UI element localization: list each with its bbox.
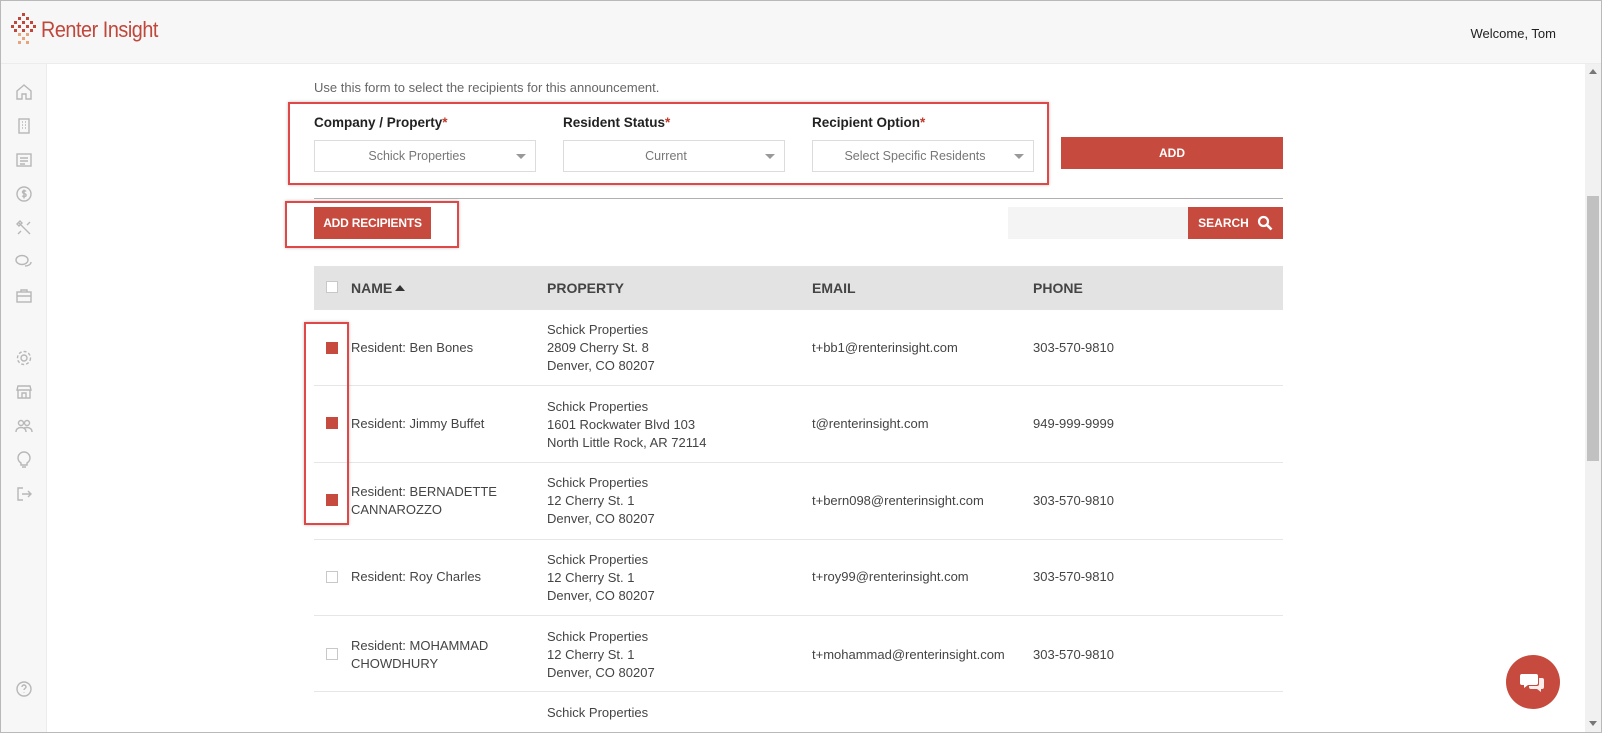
property-city: Denver, CO 80207 (547, 665, 655, 680)
table-row: Resident: Ben Bones Schick Properties 28… (314, 310, 1283, 386)
resident-name: Resident: Jimmy Buffet (351, 416, 485, 431)
table-row: Resident: BERNADETTE CANNAROZZO Schick P… (314, 463, 1283, 540)
table-header: NAME PROPERTY EMAIL PHONE (314, 266, 1283, 310)
logo[interactable]: Renter Insight (11, 13, 171, 47)
list-icon[interactable] (13, 149, 35, 171)
column-header-name-text: NAME (351, 280, 393, 296)
resident-name: Resident: Ben Bones (351, 340, 474, 355)
top-bar: Renter Insight Welcome, Tom (1, 1, 1601, 64)
property-name: Schick Properties (547, 475, 649, 490)
sort-ascending-icon (395, 285, 406, 291)
property-city: Denver, CO 80207 (547, 358, 655, 373)
property-name: Schick Properties (547, 399, 649, 414)
scroll-up-icon[interactable] (1589, 69, 1597, 74)
resident-email: t@renterinsight.com (812, 416, 929, 431)
property-address: Schick Properties 12 Cherry St. 1 Denver… (547, 628, 655, 682)
logo-icon (11, 13, 36, 44)
property-name: Schick Properties (547, 629, 649, 644)
property-address: Schick Properties 2809 Cherry St. 8 Denv… (547, 321, 655, 375)
divider (314, 198, 1283, 199)
search-button-label: SEARCH (1198, 216, 1249, 230)
store-icon[interactable] (13, 381, 35, 403)
tools-icon[interactable] (13, 217, 35, 239)
resident-email: t+bern098@renterinsight.com (812, 493, 984, 508)
resident-phone: 949-999-9999 (1033, 416, 1114, 431)
column-header-name[interactable]: NAME (351, 280, 406, 296)
chat-icon[interactable] (13, 251, 35, 273)
resident-email: t+roy99@renterinsight.com (812, 569, 969, 584)
search-input[interactable] (1008, 207, 1188, 239)
property-city: Denver, CO 80207 (547, 511, 655, 526)
chat-bubble-icon (1520, 674, 1544, 692)
row-checkbox[interactable] (326, 648, 338, 660)
column-header-property[interactable]: PROPERTY (547, 280, 624, 296)
gear-icon[interactable] (13, 347, 35, 369)
add-button[interactable]: ADD (1061, 137, 1283, 169)
property-street: 12 Cherry St. 1 (547, 570, 635, 585)
property-street: 12 Cherry St. 1 (547, 493, 635, 508)
scrollbar-thumb[interactable] (1587, 196, 1599, 461)
users-icon[interactable] (13, 415, 35, 437)
property-name: Schick Properties (547, 552, 649, 567)
property-address: Schick Properties 1601 Rockwater Blvd 10… (547, 398, 706, 452)
lightbulb-icon[interactable] (13, 449, 35, 471)
search-button[interactable]: SEARCH (1188, 207, 1283, 239)
property-street: 12 Cherry St. 1 (547, 647, 635, 662)
resident-phone: 303-570-9810 (1033, 569, 1114, 584)
table-row: Schick Properties (314, 692, 1283, 732)
property-city: North Little Rock, AR 72114 (547, 435, 707, 450)
property-address: Schick Properties (547, 704, 648, 722)
property-city: Denver, CO 80207 (547, 588, 655, 603)
dollar-icon[interactable] (13, 183, 35, 205)
row-checkbox[interactable] (326, 571, 338, 583)
building-icon[interactable] (13, 115, 35, 137)
logout-icon[interactable] (13, 483, 35, 505)
table-row: Resident: Jimmy Buffet Schick Properties… (314, 386, 1283, 463)
property-street: 1601 Rockwater Blvd 103 (547, 417, 696, 432)
property-name: Schick Properties (547, 322, 649, 337)
app-name: Renter Insight (41, 17, 158, 42)
column-header-phone[interactable]: PHONE (1033, 280, 1083, 296)
sidebar (1, 64, 47, 732)
property-address: Schick Properties 12 Cherry St. 1 Denver… (547, 474, 655, 528)
welcome-text[interactable]: Welcome, Tom (1471, 26, 1557, 41)
chat-widget-button[interactable] (1506, 655, 1560, 709)
resident-phone: 303-570-9810 (1033, 340, 1114, 355)
property-street: 2809 Cherry St. 8 (547, 340, 649, 355)
highlight-add-recipients (285, 201, 459, 248)
resident-email: t+mohammad@renterinsight.com (812, 647, 1005, 662)
select-all-checkbox[interactable] (326, 281, 338, 293)
briefcase-icon[interactable] (13, 285, 35, 307)
help-icon[interactable] (13, 678, 35, 700)
resident-name: Resident: MOHAMMAD CHOWDHURY (351, 638, 489, 671)
highlight-checked-rows (304, 322, 349, 525)
resident-name: Resident: Roy Charles (351, 569, 482, 584)
resident-email: t+bb1@renterinsight.com (812, 340, 958, 355)
resident-phone: 303-570-9810 (1033, 647, 1114, 662)
search-icon (1257, 215, 1273, 231)
home-icon[interactable] (13, 81, 35, 103)
property-address: Schick Properties 12 Cherry St. 1 Denver… (547, 551, 655, 605)
form-intro: Use this form to select the recipients f… (314, 80, 660, 95)
table-row: Resident: MOHAMMAD CHOWDHURY Schick Prop… (314, 616, 1283, 692)
scroll-down-icon[interactable] (1589, 721, 1597, 726)
app-window: Renter Insight Welcome, Tom Use this for… (0, 0, 1602, 733)
property-name: Schick Properties (547, 705, 649, 720)
highlight-filter-fields (288, 102, 1049, 185)
table-row: Resident: Roy Charles Schick Properties … (314, 540, 1283, 616)
resident-phone: 303-570-9810 (1033, 493, 1114, 508)
column-header-email[interactable]: EMAIL (812, 280, 856, 296)
resident-name: Resident: BERNADETTE CANNAROZZO (351, 484, 497, 517)
